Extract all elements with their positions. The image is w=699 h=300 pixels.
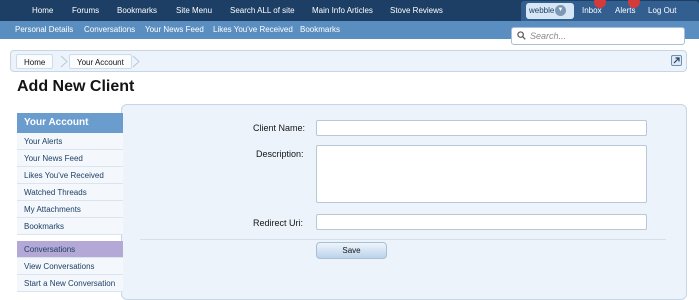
search-icon xyxy=(517,31,526,40)
description-label: Description: xyxy=(256,149,304,159)
description-textarea[interactable] xyxy=(316,145,647,203)
sidebar-item-conversations[interactable]: Conversations xyxy=(17,241,123,258)
arrow-icon xyxy=(673,57,680,64)
search-placeholder: Search... xyxy=(530,31,567,41)
save-button[interactable]: Save xyxy=(316,242,387,259)
sidebar-item-watched-threads[interactable]: Watched Threads xyxy=(17,184,123,201)
redirect-uri-label: Redirect Uri: xyxy=(253,218,304,228)
chevron-down-icon[interactable]: ▼ xyxy=(555,5,566,16)
breadcrumb-home[interactable]: Home xyxy=(16,54,54,69)
nav-home[interactable]: Home xyxy=(32,0,53,21)
subnav-personal-details[interactable]: Personal Details xyxy=(15,21,73,39)
sidebar-item-new-conversation[interactable]: Start a New Conversation xyxy=(17,275,123,292)
search-input[interactable]: Search... xyxy=(511,27,685,45)
sidebar-item-view-conversations[interactable]: View Conversations xyxy=(17,258,123,275)
subnav-news-feed[interactable]: Your News Feed xyxy=(145,21,204,39)
nav-bookmarks[interactable]: Bookmarks xyxy=(117,0,157,21)
nav-inbox[interactable]: Inbox xyxy=(582,0,606,21)
account-sidebar: Your Account Your Alerts Your News Feed … xyxy=(17,113,123,300)
client-name-field[interactable] xyxy=(316,120,647,136)
subnav-bookmarks[interactable]: Bookmarks xyxy=(300,21,340,39)
nav-stove-reviews[interactable]: Stove Reviews xyxy=(390,0,443,21)
top-navigation-bar: Home Forums Bookmarks Site Menu Search A… xyxy=(0,0,699,21)
sidebar-item-attachments[interactable]: My Attachments xyxy=(17,201,123,218)
subnav-likes-received[interactable]: Likes You've Received xyxy=(213,21,293,39)
breadcrumb-your-account[interactable]: Your Account xyxy=(69,54,132,69)
subnav-conversations[interactable]: Conversations xyxy=(84,21,135,39)
sidebar-item-alerts[interactable]: Your Alerts xyxy=(17,133,123,150)
form-divider xyxy=(140,239,666,240)
nav-main-info-articles[interactable]: Main Info Articles xyxy=(312,0,373,21)
sidebar-item-news-feed[interactable]: Your News Feed xyxy=(17,150,123,167)
breadcrumb: Home Your Account xyxy=(10,50,687,72)
nav-site-menu[interactable]: Site Menu xyxy=(176,0,212,21)
user-menu[interactable]: webble xyxy=(526,3,574,19)
sidebar-item-bookmarks[interactable]: Bookmarks xyxy=(17,218,123,235)
client-name-label: Client Name: xyxy=(253,123,306,133)
page-title: Add New Client xyxy=(17,78,135,95)
nav-alerts[interactable]: Alerts xyxy=(615,0,640,21)
chevron-right-icon xyxy=(60,55,68,68)
chevron-right-icon xyxy=(132,55,140,68)
jump-to-icon[interactable] xyxy=(671,55,682,66)
nav-logout[interactable]: Log Out xyxy=(648,0,676,21)
sidebar-item-likes[interactable]: Likes You've Received xyxy=(17,167,123,184)
nav-search-all[interactable]: Search ALL of site xyxy=(230,0,295,21)
nav-forums[interactable]: Forums xyxy=(72,0,99,21)
redirect-uri-field[interactable] xyxy=(316,214,647,230)
sidebar-heading: Your Account xyxy=(17,113,123,133)
